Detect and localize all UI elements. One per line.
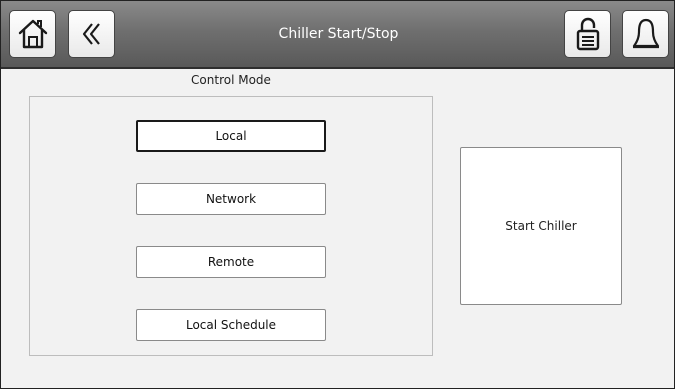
start-chiller-button[interactable]: Start Chiller [460, 147, 622, 305]
unlocked-padlock-icon [573, 16, 603, 52]
mode-button-network[interactable]: Network [136, 183, 326, 215]
control-mode-label: Control Mode [191, 73, 271, 87]
start-chiller-label: Start Chiller [505, 219, 577, 233]
bell-icon [631, 16, 661, 52]
title-bar: Chiller Start/Stop [1, 1, 674, 69]
page-title: Chiller Start/Stop [278, 26, 399, 42]
chevron-left-icon [80, 19, 104, 49]
lock-button[interactable] [564, 10, 611, 58]
mode-button-local-schedule[interactable]: Local Schedule [136, 309, 326, 341]
alarm-button[interactable] [622, 10, 669, 58]
chiller-start-stop-screen: Chiller Start/Stop Control Mode Local Ne… [0, 0, 675, 389]
mode-button-local[interactable]: Local [136, 120, 326, 152]
home-button[interactable] [9, 10, 56, 58]
home-icon [16, 17, 50, 51]
back-button[interactable] [68, 10, 115, 58]
mode-button-remote[interactable]: Remote [136, 246, 326, 278]
